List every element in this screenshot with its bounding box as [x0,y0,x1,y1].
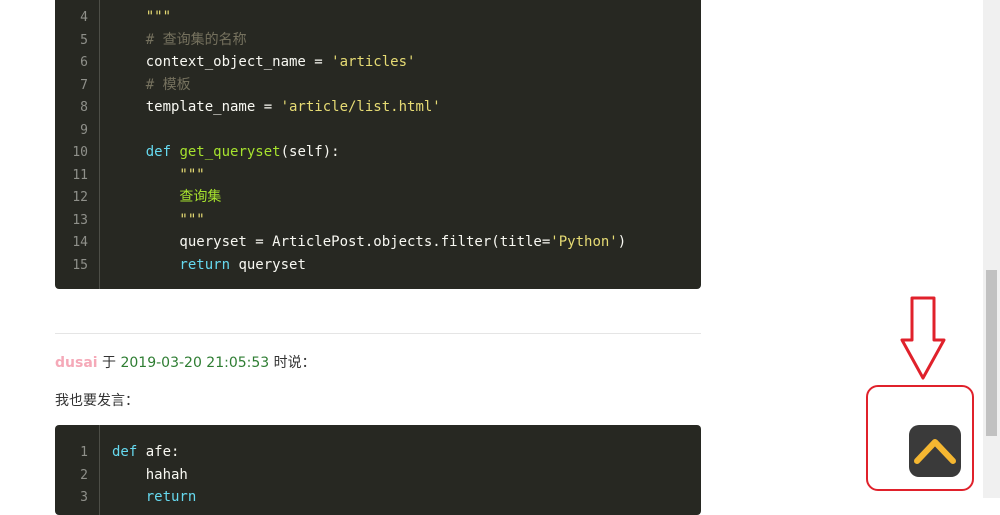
comment-yu: 于 [97,355,121,371]
code-text: queryset = ArticlePost.objects.filter(ti… [112,234,627,250]
gutter-divider [99,0,100,289]
line-number: 6 [80,55,88,70]
line-number: 9 [80,122,88,138]
line-number: 2 [80,467,88,483]
code-line: 13 """ [55,209,204,231]
code-line: 1 def afe: [55,441,179,463]
line-number: 7 [80,77,88,93]
code-line: 8 template_name = 'article/list.html' [55,96,441,118]
code-text: 查询集 [112,189,222,205]
code-text: context_object_name = 'articles' [112,54,416,70]
code-text: """ [112,9,172,25]
code-line: 5 # 查询集的名称 [55,29,246,51]
code-line: 11 """ [55,164,204,186]
code-line: 9 [55,119,88,141]
code-text: """ [112,166,205,183]
scrollbar-thumb[interactable] [986,270,997,436]
chevron-up-icon [914,439,956,464]
line-number: 14 [72,235,88,250]
line-number: 12 [72,190,88,205]
line-number: 15 [72,257,88,273]
code-line: 6 context_object_name = 'articles' [55,51,415,73]
code-line: 12 查询集 [55,186,221,208]
code-line: 2 hahah [55,464,188,486]
code-line: 4 """ [55,6,171,28]
comment-datetime: 2019-03-20 21:05:53 [120,355,270,371]
comment-author[interactable]: dusai [55,355,98,371]
comment-body: 我也要发言： [55,393,139,409]
gutter-divider [99,425,100,515]
line-number: 13 [72,212,88,228]
line-number: 11 [72,167,88,183]
code-text: # 模板 [112,76,191,93]
back-to-top-button[interactable] [909,425,961,477]
code-line: 7 # 模板 [55,74,190,96]
code-block-2: 1 def afe: 2 hahah 3 return [55,425,701,515]
code-text: return queryset [112,256,306,273]
line-number: 1 [80,445,88,460]
code-text: def afe: [112,444,180,460]
code-text: def get_queryset(self): [112,144,340,160]
code-text: # 查询集的名称 [112,31,247,48]
line-number: 10 [72,145,88,160]
code-text: """ [112,211,205,228]
arrow-down-icon [900,296,946,380]
code-text: return [112,489,197,505]
code-line: 14 queryset = ArticlePost.objects.filter… [55,231,626,253]
divider [55,333,701,334]
comment-meta: dusai 于 2019-03-20 21:05:53 时说： [55,352,316,372]
code-line: 3 return [55,486,196,508]
comment-said: 时说： [269,355,316,371]
line-number: 3 [80,490,88,505]
line-number: 8 [80,100,88,115]
code-line: 10 def get_queryset(self): [55,141,339,163]
code-text: template_name = 'article/list.html' [112,99,441,115]
code-text: hahah [112,466,188,483]
code-block: 4 """ 5 # 查询集的名称 6 context_object_name = '… [55,0,701,289]
line-number: 5 [80,32,88,48]
code-line: 15 return queryset [55,254,306,276]
line-number: 4 [80,10,88,25]
